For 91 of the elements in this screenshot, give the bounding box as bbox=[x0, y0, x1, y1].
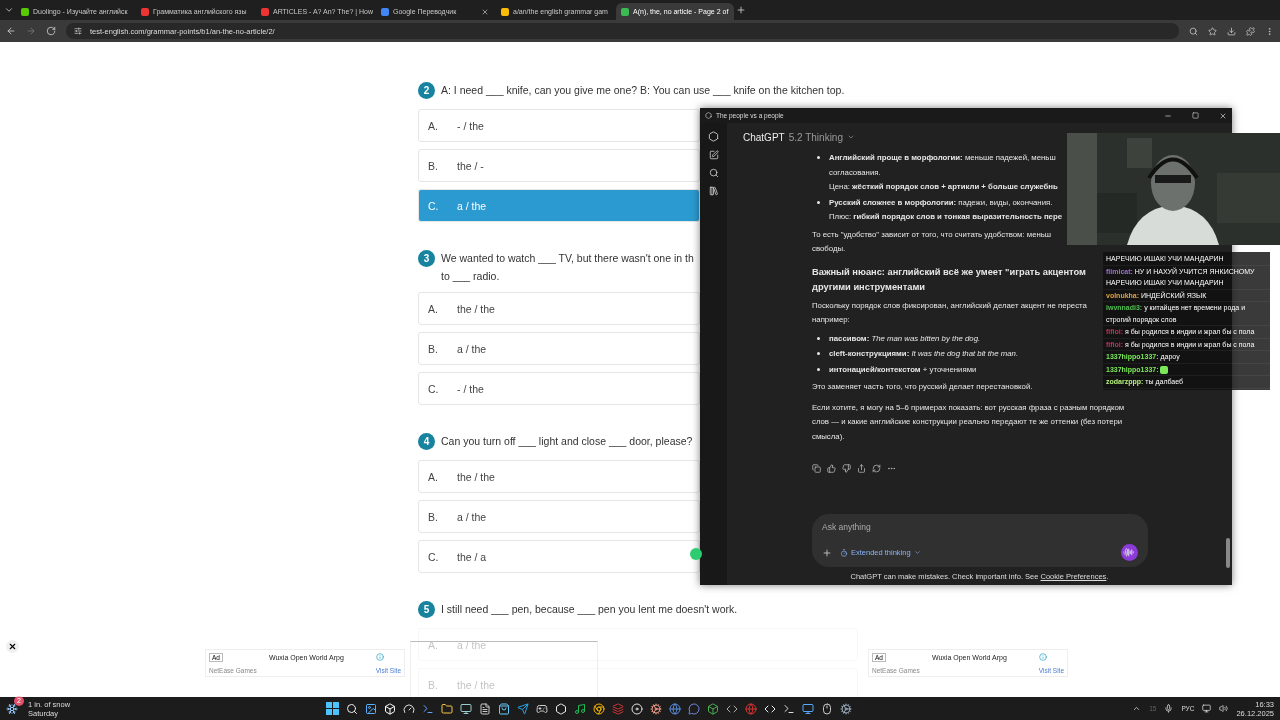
globe-icon[interactable] bbox=[669, 702, 681, 715]
layers-icon[interactable] bbox=[612, 702, 624, 715]
copy-icon[interactable] bbox=[812, 464, 821, 473]
maximize-icon[interactable] bbox=[1192, 112, 1199, 119]
gamepad-icon[interactable] bbox=[536, 702, 548, 715]
question-number: 4 bbox=[418, 433, 435, 450]
tab-list-icon[interactable] bbox=[4, 5, 14, 15]
bag-icon[interactable] bbox=[498, 702, 510, 715]
chat-icon[interactable] bbox=[688, 702, 700, 715]
chevron-down-icon bbox=[913, 549, 921, 556]
star-icon[interactable] bbox=[1208, 26, 1217, 36]
site-settings-icon[interactable] bbox=[74, 27, 82, 35]
question-text: Can you turn off ___ light and close ___ door, please? bbox=[441, 435, 693, 447]
thumbs-down-icon[interactable] bbox=[842, 464, 851, 473]
section-heading: другими инструментами bbox=[812, 280, 926, 294]
music-icon[interactable] bbox=[574, 702, 586, 715]
question-text: We wanted to watch ___ TV, but there wasn't one in th bbox=[441, 252, 694, 264]
answer-option[interactable]: C. the / a bbox=[418, 540, 700, 573]
model-version[interactable]: 5.2 Thinking bbox=[788, 131, 843, 143]
question-text: to ___ radio. bbox=[441, 270, 501, 282]
chevron-up-icon[interactable] bbox=[1132, 704, 1142, 713]
favicon-icon bbox=[141, 7, 149, 16]
bullet-icon bbox=[817, 156, 820, 159]
timer-icon bbox=[840, 548, 848, 557]
back-icon[interactable] bbox=[6, 26, 16, 36]
question-number: 3 bbox=[418, 250, 435, 267]
search-icon[interactable] bbox=[1189, 26, 1198, 36]
browser-icon[interactable] bbox=[593, 702, 605, 715]
regenerate-icon[interactable] bbox=[872, 464, 881, 473]
scrollbar-thumb[interactable] bbox=[1226, 538, 1230, 568]
bullet-icon bbox=[817, 200, 820, 204]
search-icon[interactable] bbox=[708, 168, 719, 178]
gauge-icon[interactable] bbox=[403, 702, 415, 715]
answer-option[interactable]: C. - / the bbox=[418, 372, 700, 405]
thumbs-up-icon[interactable] bbox=[827, 464, 836, 473]
photo-icon[interactable] bbox=[365, 702, 377, 715]
mouse-icon[interactable] bbox=[821, 702, 833, 715]
folder-icon[interactable] bbox=[441, 702, 453, 715]
reload-icon[interactable] bbox=[46, 26, 56, 36]
document-icon[interactable] bbox=[479, 702, 491, 715]
answer-option[interactable]: A. the / the bbox=[418, 292, 700, 325]
question-number: 2 bbox=[418, 82, 435, 99]
more-icon[interactable] bbox=[887, 464, 896, 473]
chevron-down-icon[interactable] bbox=[847, 133, 855, 141]
answer-option[interactable]: A. the / the bbox=[418, 460, 700, 493]
gear-icon[interactable] bbox=[650, 702, 662, 715]
windows-logo-icon[interactable] bbox=[326, 702, 339, 715]
close-icon[interactable] bbox=[1219, 111, 1227, 120]
console-icon[interactable] bbox=[783, 702, 795, 715]
sound-wave-icon bbox=[1125, 548, 1134, 557]
favicon-icon bbox=[21, 7, 29, 16]
new-tab-icon[interactable] bbox=[736, 5, 746, 15]
settings-icon[interactable] bbox=[840, 702, 852, 715]
extensions-icon[interactable] bbox=[1246, 26, 1255, 36]
screen-icon[interactable] bbox=[802, 702, 814, 715]
question-text: I still need ___ pen, because ___ pen you lent me doesn't work. bbox=[441, 603, 738, 615]
answer-option[interactable]: B. a / the bbox=[418, 332, 700, 365]
library-icon[interactable] bbox=[708, 186, 719, 196]
share-icon[interactable] bbox=[857, 464, 866, 473]
plus-icon[interactable] bbox=[822, 547, 832, 558]
snowflake-icon[interactable] bbox=[6, 702, 18, 715]
favicon-icon bbox=[261, 7, 269, 16]
answer-option[interactable]: B. a / the bbox=[418, 500, 700, 533]
logo-icon[interactable] bbox=[708, 131, 719, 142]
cube-icon[interactable] bbox=[384, 702, 396, 715]
disc-icon[interactable] bbox=[631, 702, 643, 715]
favicon-icon bbox=[501, 7, 509, 16]
paper-plane-icon[interactable] bbox=[517, 702, 529, 715]
speaker-icon[interactable] bbox=[1219, 704, 1229, 713]
favicon-icon bbox=[381, 7, 389, 16]
favicon-icon bbox=[621, 7, 629, 16]
bullet-icon bbox=[817, 336, 820, 340]
search-icon[interactable] bbox=[346, 702, 358, 715]
question-text: A: I need ___ knife, can you give me one? B: You can use ___ knife on the kitchen top. bbox=[441, 84, 845, 96]
answer-option[interactable]: B. the / - bbox=[418, 149, 700, 182]
new-chat-icon[interactable] bbox=[708, 150, 719, 160]
hexagon-icon[interactable] bbox=[555, 702, 567, 715]
monitor-icon[interactable] bbox=[460, 702, 472, 715]
section-heading: Важный нюанс: английский всё же умеет "играть акцентом bbox=[812, 265, 1086, 279]
bullet-icon bbox=[817, 367, 820, 371]
answer-option[interactable]: A. - / the bbox=[418, 109, 700, 142]
emote-icon bbox=[1160, 365, 1169, 374]
menu-icon[interactable] bbox=[1265, 26, 1274, 36]
question-number: 5 bbox=[418, 601, 435, 618]
monitor-icon[interactable] bbox=[1202, 704, 1212, 713]
download-icon[interactable] bbox=[1227, 26, 1236, 36]
bullet-icon bbox=[817, 352, 820, 355]
app-logo-icon bbox=[705, 112, 712, 119]
model-name[interactable]: ChatGPT bbox=[743, 131, 785, 143]
terminal-icon[interactable] bbox=[422, 702, 434, 715]
block-icon[interactable] bbox=[707, 702, 719, 715]
